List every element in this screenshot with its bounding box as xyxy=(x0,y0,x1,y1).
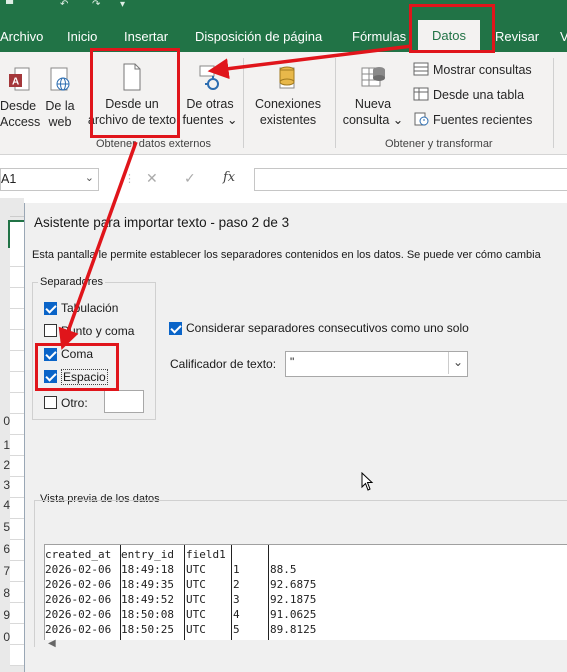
other-checkbox-label[interactable]: Otro: xyxy=(61,396,88,410)
preview-row: 2026-02-06 18:50:08 UTC 4 91.0625 xyxy=(45,608,317,621)
from-web-button[interactable]: De la web xyxy=(40,66,80,130)
preview-header-cell: entry_id xyxy=(121,548,174,561)
group-divider xyxy=(243,58,244,148)
insert-function-icon[interactable]: fx xyxy=(223,170,235,185)
row-header: 5 xyxy=(3,520,10,534)
group-label-transform: Obtener y transformar xyxy=(385,138,493,150)
preview-row: 2026-02-06 18:49:35 UTC 2 92.6875 xyxy=(45,578,317,591)
tab-vista[interactable]: V xyxy=(560,30,567,44)
tab-disposicion[interactable]: Disposición de página xyxy=(195,30,322,44)
row-header: 3 xyxy=(3,478,10,492)
preview-header-row: created_at entry_id field1 xyxy=(45,545,567,561)
preview-header-cell: created_at xyxy=(45,548,112,561)
mouse-cursor-icon xyxy=(361,472,374,491)
dialog-description: Esta pantalla le permite establecer los … xyxy=(32,249,541,261)
undo-icon[interactable]: ↶ xyxy=(60,0,68,10)
tab-checkbox-label[interactable]: Tabulación xyxy=(61,301,118,315)
preview-row: 2026-02-06 18:49:52 UTC 3 92.1875 xyxy=(45,593,317,606)
cancel-icon[interactable]: ✕ xyxy=(146,170,158,187)
formula-input[interactable] xyxy=(254,168,567,191)
chevron-down-icon: ⌄ xyxy=(227,113,238,127)
row-header: 9 xyxy=(3,608,10,622)
recent-sources-button[interactable]: Fuentes recientes xyxy=(413,112,532,129)
connections-icon xyxy=(279,66,295,89)
show-queries-button[interactable]: Mostrar consultas xyxy=(413,62,532,79)
other-sources-icon xyxy=(199,65,219,90)
row-header: 2 xyxy=(3,458,10,472)
from-table-button[interactable]: Desde una tabla xyxy=(413,87,524,104)
other-separator-input[interactable] xyxy=(104,390,144,413)
text-qualifier-select[interactable]: " ⌄ xyxy=(285,351,468,377)
other-checkbox[interactable] xyxy=(44,396,57,409)
svg-text:A: A xyxy=(12,77,19,88)
row-header: 0 xyxy=(3,414,10,428)
confirm-check-icon[interactable]: ✓ xyxy=(184,170,196,187)
data-preview-table[interactable]: created_at entry_id field1 2026-02-06 18… xyxy=(44,544,567,642)
column-header xyxy=(10,198,24,217)
preview-horizontal-scrollbar[interactable]: ◀ xyxy=(44,638,567,652)
preview-row: 2026-02-06 18:50:25 UTC 5 89.8125 xyxy=(45,623,317,636)
chevron-down-icon: ⌄ xyxy=(392,113,404,127)
row-header: 1 xyxy=(3,438,10,452)
tab-inicio[interactable]: Inicio xyxy=(67,30,97,44)
consecutive-separators-checkbox[interactable] xyxy=(169,322,182,335)
save-icon[interactable]: ▀ xyxy=(6,0,13,10)
group-divider xyxy=(335,58,336,148)
existing-connections-button[interactable]: Conexiones existentes xyxy=(250,64,326,128)
web-globe-icon xyxy=(50,67,70,91)
preview-header-cell: field1 xyxy=(186,548,226,561)
redo-icon[interactable]: ↷ xyxy=(92,0,100,10)
queries-icon xyxy=(413,62,429,79)
preview-row: 2026-02-06 18:49:18 UTC 1 88.5 xyxy=(45,563,297,576)
semicolon-checkbox-label[interactable]: Punto y coma xyxy=(61,324,134,338)
table-icon xyxy=(413,87,429,104)
more-options-icon[interactable]: ⋮ xyxy=(124,172,135,185)
row-header: 0 xyxy=(3,630,10,644)
semicolon-checkbox[interactable] xyxy=(44,324,57,337)
dialog-title: Asistente para importar texto - paso 2 d… xyxy=(34,215,290,230)
from-access-button[interactable]: A Desde Access xyxy=(0,66,40,130)
consecutive-separators-label[interactable]: Considerar separadores consecutivos como… xyxy=(186,321,469,335)
chevron-down-icon[interactable]: ⌄ xyxy=(85,171,94,184)
recent-sources-icon xyxy=(413,112,429,129)
other-sources-button[interactable]: De otras fuentes ⌄ xyxy=(182,64,238,128)
tab-revisar[interactable]: Revisar xyxy=(495,30,539,44)
tab-checkbox[interactable] xyxy=(44,302,57,315)
group-divider xyxy=(553,58,554,148)
cell-grid xyxy=(10,246,24,666)
quick-access-menu-icon[interactable]: ▾ xyxy=(120,0,125,10)
tab-archivo[interactable]: Archivo xyxy=(0,30,43,44)
access-icon: A xyxy=(9,67,30,91)
chevron-down-icon[interactable]: ⌄ xyxy=(448,352,467,374)
highlight-comma-space xyxy=(35,343,119,391)
separators-label: Separadores xyxy=(38,276,105,288)
text-qualifier-label: Calificador de texto: xyxy=(170,357,277,371)
tab-formulas[interactable]: Fórmulas xyxy=(352,30,406,44)
name-box[interactable]: A1 ⌄ xyxy=(0,168,99,191)
row-header: 6 xyxy=(3,542,10,556)
highlight-text-file-button xyxy=(90,48,180,138)
row-header: 7 xyxy=(3,564,10,578)
row-header: 8 xyxy=(3,586,10,600)
scroll-left-icon[interactable]: ◀ xyxy=(48,638,56,649)
new-query-button[interactable]: Nueva consulta ⌄ xyxy=(340,62,406,128)
group-label-external: Obtener datos externos xyxy=(96,138,211,150)
highlight-datos-tab xyxy=(409,4,495,53)
new-query-icon xyxy=(361,67,385,87)
tab-insertar[interactable]: Insertar xyxy=(124,30,168,44)
row-header: 4 xyxy=(3,498,10,512)
